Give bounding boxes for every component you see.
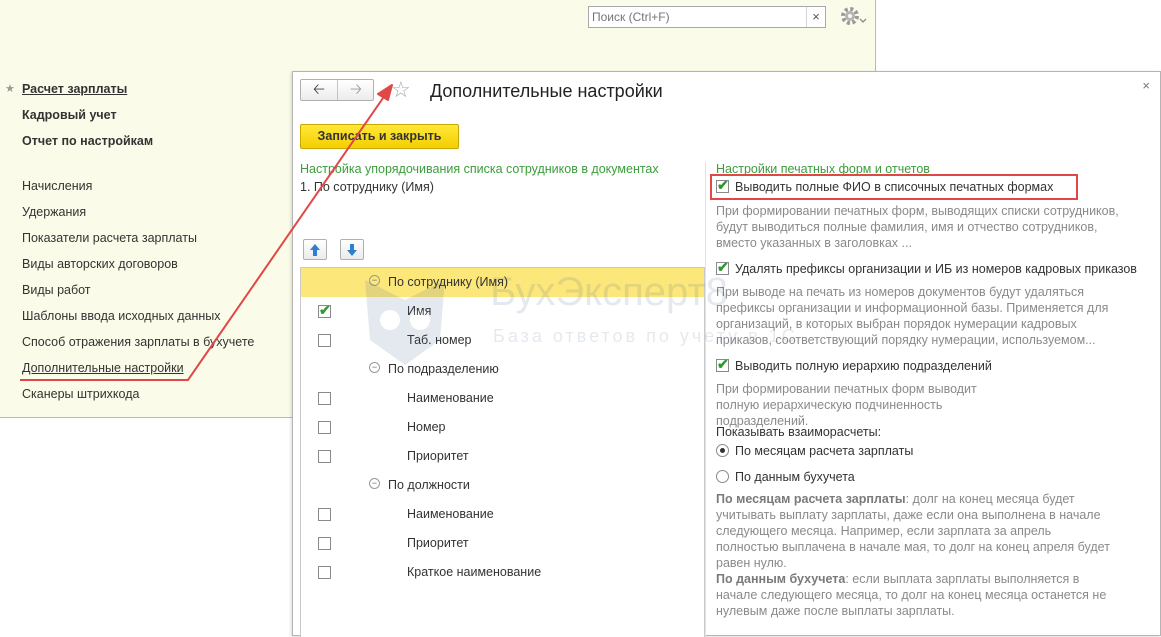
settings-window: × 🡠 🡢 ☆ Дополнительные настройки Записат… xyxy=(292,71,1161,637)
remove-prefixes-label: Удалять префиксы организации и ИБ из ном… xyxy=(735,262,1137,276)
tree-row[interactable]: Краткое наименование xyxy=(301,558,704,587)
tree-row-label: Наименование xyxy=(407,507,494,521)
nav-item-templates[interactable]: Шаблоны ввода исходных данных xyxy=(22,309,221,323)
radio-by-months[interactable]: По месяцам расчета зарплаты xyxy=(716,444,913,458)
full-name-checkbox[interactable]: ✔ xyxy=(716,177,729,193)
explanation-by-accounting: По данным бухучета: если выплата зарплат… xyxy=(716,571,1116,619)
tree-row[interactable]: Таб. номер xyxy=(301,326,704,355)
search-input[interactable] xyxy=(592,8,802,26)
nav-item-author-contracts[interactable]: Виды авторских договоров xyxy=(22,257,178,271)
nav-item-accounting-method[interactable]: Способ отражения зарплаты в бухучете xyxy=(22,335,254,349)
remove-prefixes-checkbox[interactable]: ✔ xyxy=(716,259,729,275)
explanation-by-months-title: По месяцам расчета зарплаты xyxy=(716,492,906,506)
full-hierarchy-checkbox[interactable]: ✔ xyxy=(716,356,729,372)
row-checkbox[interactable] xyxy=(318,334,331,347)
tree-row-label: По должности xyxy=(388,478,470,492)
gear-icon[interactable] xyxy=(838,4,868,28)
full-hierarchy-option[interactable]: ✔ Выводить полную иерархию подразделений xyxy=(716,356,992,373)
arrow-down-icon xyxy=(347,244,357,256)
current-ordering: 1. По сотруднику (Имя) xyxy=(300,180,434,194)
explanation-by-months: По месяцам расчета зарплаты: долг на кон… xyxy=(716,491,1116,571)
move-up-button[interactable] xyxy=(303,239,327,260)
star-icon: ★ xyxy=(5,83,15,95)
nav-item-accruals[interactable]: Начисления xyxy=(22,179,92,193)
row-checkbox[interactable] xyxy=(318,450,331,463)
collapse-icon[interactable]: − xyxy=(369,362,380,373)
clear-search-button[interactable]: × xyxy=(806,7,825,27)
tree-row[interactable]: ✔ Имя xyxy=(301,297,704,326)
move-down-button[interactable] xyxy=(340,239,364,260)
full-name-label: Выводить полные ФИО в списочных печатных… xyxy=(735,180,1054,194)
tree-row-label: Наименование xyxy=(407,391,494,405)
search-box[interactable]: × xyxy=(588,6,826,28)
nav-item-hr[interactable]: Кадровый учет xyxy=(22,108,117,122)
tree-row[interactable]: Наименование xyxy=(301,384,704,413)
full-name-option[interactable]: ✔ Выводить полные ФИО в списочных печатны… xyxy=(716,177,1054,194)
full-hierarchy-label: Выводить полную иерархию подразделений xyxy=(735,359,992,373)
remove-prefixes-option[interactable]: ✔ Удалять префиксы организации и ИБ из но… xyxy=(716,259,1137,276)
tree-row[interactable]: Приоритет xyxy=(301,529,704,558)
row-checkbox[interactable] xyxy=(318,508,331,521)
back-arrow-icon[interactable]: 🡠 xyxy=(301,80,338,100)
tree-row[interactable]: Номер xyxy=(301,413,704,442)
nav-item-deductions[interactable]: Удержания xyxy=(22,205,86,219)
check-icon: ✔ xyxy=(319,302,331,318)
nav-item-barcode-scanners[interactable]: Сканеры штрихкода xyxy=(22,387,139,401)
ordering-section-title: Настройка упорядочивания списка сотрудни… xyxy=(300,162,659,176)
nav-item-work-types[interactable]: Виды работ xyxy=(22,283,91,297)
collapse-icon[interactable]: − xyxy=(369,275,380,286)
save-and-close-button[interactable]: Записать и закрыть xyxy=(300,124,459,149)
explanation-by-accounting-title: По данным бухучета xyxy=(716,572,846,586)
nav-buttons: 🡠 🡢 xyxy=(300,79,374,101)
tree-row-label: По подразделению xyxy=(388,362,499,376)
full-name-hint: При формировании печатных форм, выводящи… xyxy=(716,204,1119,250)
tree-row-label: Приоритет xyxy=(407,536,469,550)
ordering-tree: − По сотруднику (Имя) ✔ Имя Таб. номер − По по… xyxy=(300,267,705,637)
row-checkbox[interactable] xyxy=(318,392,331,405)
remove-prefixes-hint: При выводе на печать из номеров документ… xyxy=(716,285,1109,347)
divider xyxy=(705,162,706,637)
tree-row-label: Краткое наименование xyxy=(407,565,542,579)
row-checkbox[interactable] xyxy=(318,566,331,579)
tree-row[interactable]: Приоритет xyxy=(301,442,704,471)
forward-arrow-icon[interactable]: 🡢 xyxy=(338,80,374,100)
row-checkbox[interactable]: ✔ xyxy=(318,302,331,318)
tree-row[interactable]: Наименование xyxy=(301,500,704,529)
radio-by-accounting-label: По данным бухучета xyxy=(735,470,855,484)
tree-row-label: Приоритет xyxy=(407,449,469,463)
radio-by-months-button[interactable] xyxy=(716,444,729,457)
window-title: Дополнительные настройки xyxy=(430,81,663,101)
tree-group-row[interactable]: − По должности xyxy=(301,471,704,500)
check-icon: ✔ xyxy=(717,177,729,193)
collapse-icon[interactable]: − xyxy=(369,478,380,489)
tree-group-row[interactable]: − По подразделению xyxy=(301,355,704,384)
tree-row-label: Номер xyxy=(407,420,446,434)
nav-item-report[interactable]: Отчет по настройкам xyxy=(22,134,153,148)
check-icon: ✔ xyxy=(717,259,729,275)
close-button[interactable]: × xyxy=(1142,78,1150,93)
check-icon: ✔ xyxy=(717,356,729,372)
nav-item-indicators[interactable]: Показатели расчета зарплаты xyxy=(22,231,197,245)
tree-row-label: Таб. номер xyxy=(407,333,472,347)
radio-by-accounting[interactable]: По данным бухучета xyxy=(716,470,855,484)
radio-by-accounting-button[interactable] xyxy=(716,470,729,483)
mutual-settlements-label: Показывать взаиморасчеты: xyxy=(716,425,882,439)
row-checkbox[interactable] xyxy=(318,537,331,550)
radio-by-months-label: По месяцам расчета зарплаты xyxy=(735,444,914,458)
arrow-up-icon xyxy=(310,244,320,256)
nav-item-payroll[interactable]: Расчет зарплаты xyxy=(22,82,127,96)
tree-row-label: Имя xyxy=(407,304,432,318)
full-hierarchy-hint: При формировании печатных форм выводит п… xyxy=(716,382,977,428)
tree-row-label: По сотруднику (Имя) xyxy=(388,275,509,289)
favorite-star-icon[interactable]: ☆ xyxy=(391,78,411,102)
nav-item-additional-settings[interactable]: Дополнительные настройки xyxy=(22,361,184,375)
tree-group-row[interactable]: − По сотруднику (Имя) xyxy=(301,268,704,297)
row-checkbox[interactable] xyxy=(318,421,331,434)
